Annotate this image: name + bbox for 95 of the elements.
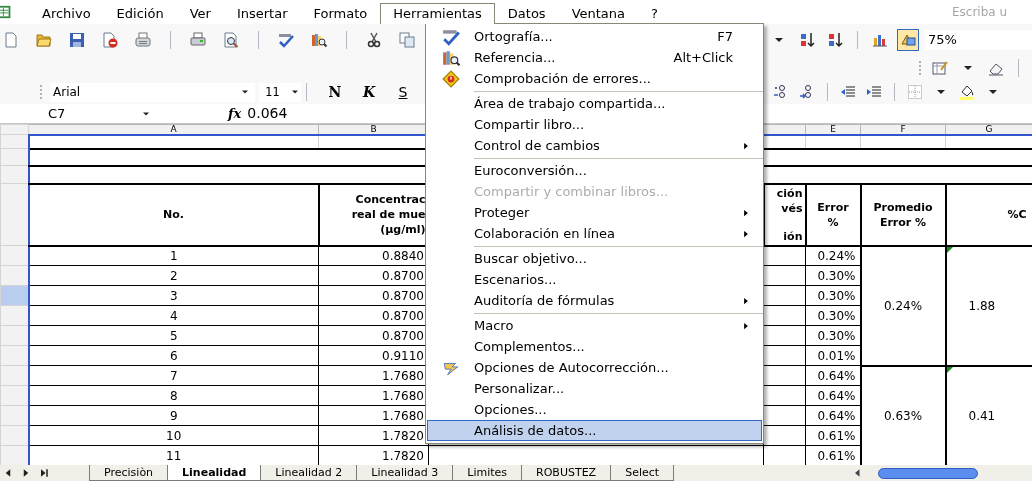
comment-indicator-icon — [946, 366, 953, 373]
menu-entry[interactable]: Euroconversión... — [427, 160, 762, 181]
row-header[interactable] — [0, 365, 29, 386]
menu-item[interactable]: Datos — [494, 3, 559, 24]
underline-button[interactable]: S — [392, 82, 414, 102]
menu-item[interactable]: Formato — [300, 3, 381, 24]
table-cell: 0.64% — [805, 385, 861, 406]
table-cell: 0.24% — [860, 245, 946, 366]
table-header: No. — [28, 183, 319, 246]
row-header[interactable] — [0, 385, 29, 406]
books-magnifier-icon — [442, 48, 460, 67]
menu-entry[interactable]: Análisis de datos... — [427, 420, 762, 441]
bold-button[interactable]: N — [324, 82, 346, 102]
drawing-shapes-icon[interactable] — [897, 29, 919, 51]
menu-entry[interactable]: Macro — [427, 315, 762, 336]
menu-item[interactable]: Ventana — [558, 3, 638, 24]
menu-entry[interactable]: Personalizar... — [427, 378, 762, 399]
table-cell: 0.30% — [805, 285, 861, 306]
table-cell: 4 — [28, 305, 319, 326]
sheet-tab[interactable]: Select — [610, 465, 675, 481]
sheet-tab[interactable]: Linealidad 3 — [356, 465, 454, 481]
table-cell: 8 — [28, 385, 319, 406]
row-header[interactable] — [0, 325, 29, 346]
row-header[interactable] — [0, 245, 29, 266]
table-cell-text: 1.88 — [967, 297, 997, 315]
help-field[interactable]: Escriba u — [952, 3, 1032, 21]
menu-item[interactable]: Archivo — [29, 3, 104, 24]
menu-entry[interactable]: Buscar objetivo... — [427, 248, 762, 269]
error-check-icon — [442, 69, 460, 88]
row-header[interactable] — [0, 405, 29, 426]
menu-entry[interactable]: Auditoría de fórmulas — [427, 290, 762, 311]
scrollbar-thumb[interactable] — [878, 467, 978, 479]
table-cell: 0.64% — [805, 365, 861, 386]
sheet-tab[interactable]: ROBUSTEZ — [521, 465, 612, 481]
table-cell: 0.01% — [805, 345, 861, 366]
column-header[interactable]: E — [805, 124, 861, 135]
table-cell: 5 — [28, 325, 319, 346]
table-cell: 0.64% — [805, 405, 861, 426]
menu-entry[interactable]: Proteger — [427, 202, 762, 223]
column-header[interactable]: A — [28, 124, 319, 135]
sheet-tab[interactable]: Linealidad 2 — [260, 465, 358, 481]
zoom-field[interactable]: 75% — [925, 30, 1032, 50]
table-cell: 0.61% — [805, 425, 861, 446]
menu-item[interactable]: Insertar — [223, 3, 301, 24]
menu-entry[interactable]: Opciones... — [427, 399, 762, 420]
row-header[interactable] — [0, 265, 29, 286]
comment-indicator-icon — [946, 246, 953, 253]
row-header[interactable] — [0, 445, 29, 465]
table-cell-text: 0.41 — [967, 407, 997, 425]
table-header: Error % — [805, 183, 861, 246]
menu-entry[interactable]: Referencia... Alt+Click — [427, 47, 762, 68]
table-cell: 0.24% — [805, 245, 861, 266]
spellcheck-icon — [442, 27, 460, 46]
sheet-tab[interactable]: Precisiòn — [89, 465, 169, 481]
sheet-tab[interactable]: Limites — [452, 465, 523, 481]
italic-button[interactable]: K — [358, 82, 380, 102]
size-dropdown[interactable]: 11 — [259, 82, 301, 102]
formula-field[interactable]: 0.064 — [247, 103, 288, 124]
table-cell: 0.30% — [805, 265, 861, 286]
menu-entry[interactable]: Ortografía... F7 — [427, 26, 762, 47]
column-header[interactable]: G — [945, 124, 1032, 135]
table-cell: 0.30% — [805, 325, 861, 346]
menu-entry[interactable]: Escenarios... — [427, 269, 762, 290]
menu-entry[interactable]: Área de trabajo compartida... — [427, 93, 762, 114]
menu-entry[interactable]: Opciones de Autocorrección... — [427, 357, 762, 378]
table-cell: 3 — [28, 285, 319, 306]
row-header[interactable] — [0, 285, 29, 306]
menu-item[interactable]: Ver — [176, 3, 224, 24]
menu-item[interactable]: Edición — [103, 3, 177, 24]
row-header[interactable] — [0, 305, 29, 326]
menu-item[interactable]: Herramientas — [380, 3, 495, 24]
menu-entry[interactable]: Control de cambios — [427, 135, 762, 156]
menu-entry[interactable]: Colaboración en línea — [427, 223, 762, 244]
menu-entry[interactable]: Comprobación de errores... — [427, 68, 762, 89]
last-sheet-icon — [38, 467, 50, 479]
row-header[interactable] — [0, 345, 29, 366]
table-header: Promedio Error % — [860, 183, 946, 246]
table-cell: 7 — [28, 365, 319, 386]
table-cell: 1 — [28, 245, 319, 266]
menu-item[interactable]: ? — [638, 3, 671, 24]
table-cell: 2 — [28, 265, 319, 286]
copy-icon[interactable] — [396, 29, 418, 51]
function-label: fx — [228, 104, 242, 123]
menu-entry[interactable]: Compartir libro... — [427, 114, 762, 135]
sheet-tab[interactable]: Linealidad — [167, 465, 262, 481]
grip-icon — [38, 84, 44, 100]
font-dropdown[interactable]: Arial — [50, 82, 255, 102]
row-header[interactable] — [0, 425, 29, 446]
table-cell: 10 — [28, 425, 319, 446]
menu-entry[interactable]: Complementos... — [427, 336, 762, 357]
column-header[interactable]: F — [860, 124, 946, 135]
table-cell: 6 — [28, 345, 319, 366]
table-cell: 0.30% — [805, 305, 861, 326]
table-cell: 9 — [28, 405, 319, 426]
grip-icon — [917, 60, 923, 76]
